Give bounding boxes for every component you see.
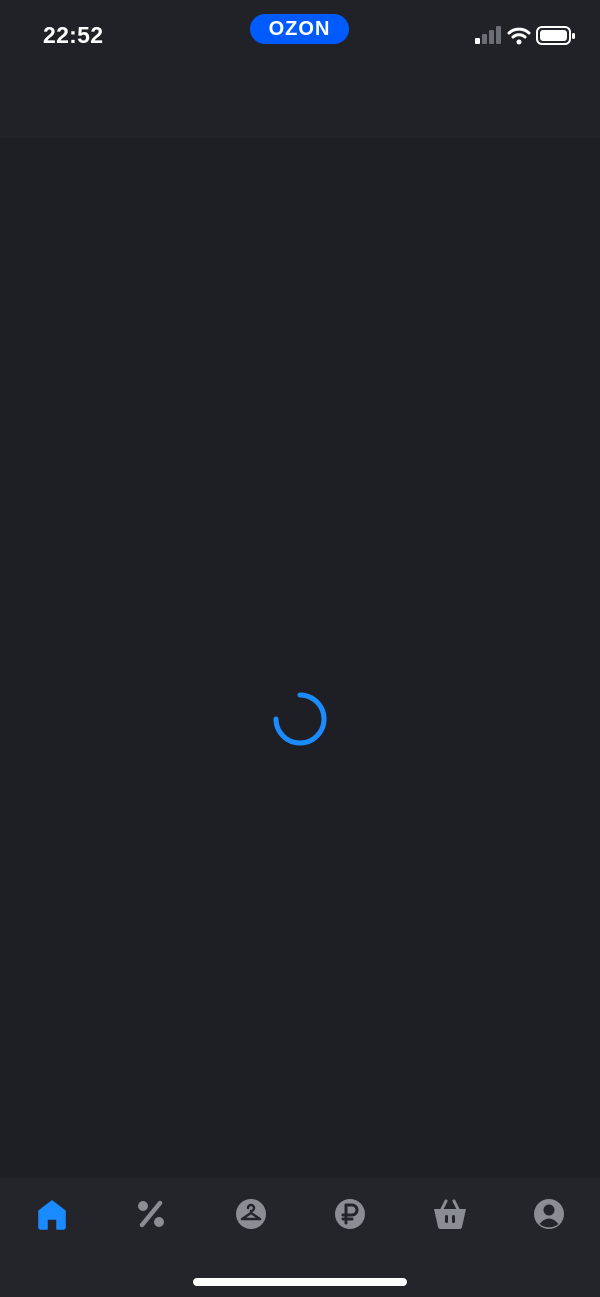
nav-cart[interactable]: [430, 1194, 470, 1234]
nav-profile[interactable]: [529, 1194, 569, 1234]
signal-bars-icon: [475, 26, 501, 44]
nav-discounts[interactable]: [131, 1194, 171, 1234]
app-header: 22:52 OZON: [0, 0, 600, 138]
status-time: 22:52: [43, 22, 104, 48]
home-icon: [38, 1200, 66, 1230]
ozon-logo[interactable]: OZON: [250, 14, 349, 44]
basket-icon: [434, 1199, 466, 1229]
hanger-icon: [236, 1199, 266, 1229]
system-icons: [470, 24, 580, 48]
battery-full-icon: [536, 26, 575, 45]
home-indicator[interactable]: [193, 1278, 407, 1286]
spinner-icon: [273, 692, 327, 746]
nav-finance[interactable]: [330, 1194, 370, 1234]
percent-icon: [138, 1200, 164, 1228]
bottom-navigation: [0, 1178, 600, 1297]
wifi-icon: [507, 27, 531, 45]
main-content: [0, 138, 600, 1178]
ruble-icon: [335, 1199, 365, 1229]
nav-fresh[interactable]: [231, 1194, 271, 1234]
profile-icon: [534, 1199, 564, 1229]
nav-home[interactable]: [32, 1194, 72, 1234]
status-bar: 22:52 OZON: [0, 0, 600, 70]
